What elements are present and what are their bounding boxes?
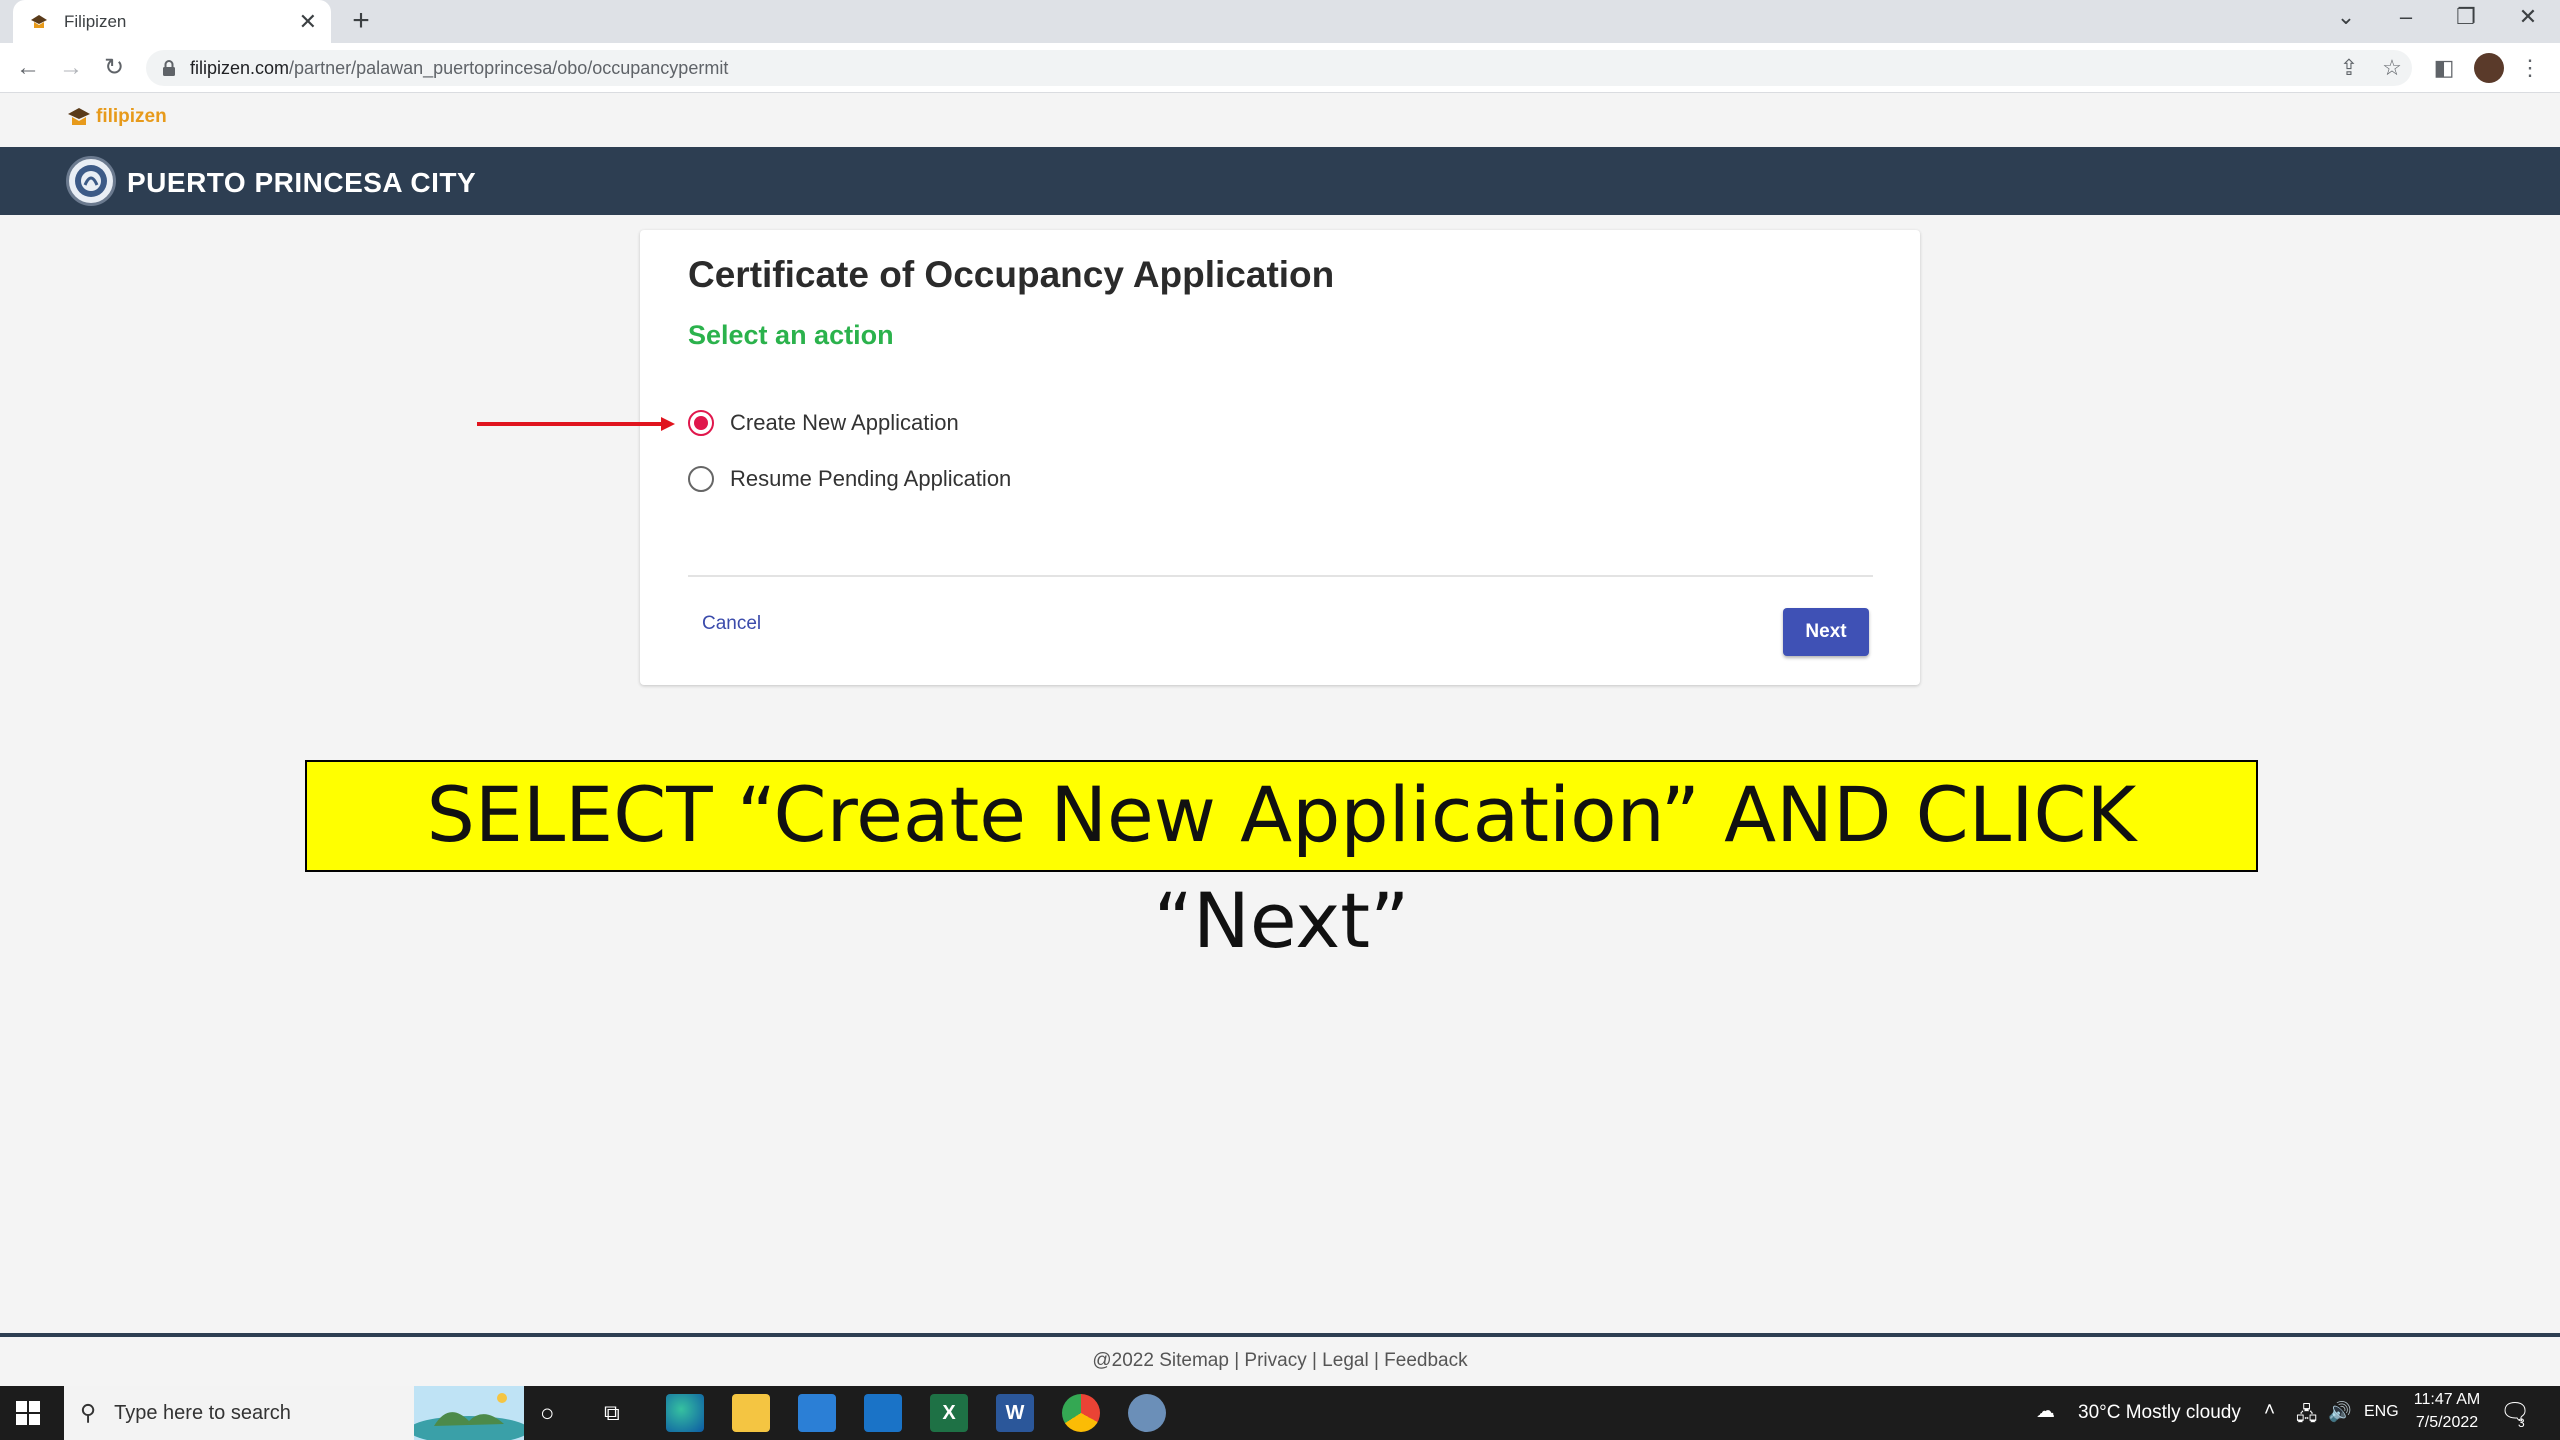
reload-icon[interactable]: ↻ bbox=[98, 52, 130, 84]
notifications-icon[interactable]: 🗨 bbox=[2500, 1398, 2530, 1427]
volume-icon[interactable]: 🔊 bbox=[2328, 1400, 2352, 1424]
option-label[interactable]: Create New Application bbox=[730, 410, 959, 436]
window-close-icon[interactable]: ✕ bbox=[2508, 4, 2548, 30]
edge-icon[interactable] bbox=[666, 1394, 704, 1432]
task-view-icon[interactable]: ⧉ bbox=[604, 1400, 620, 1426]
browser-tab[interactable]: Filipizen ✕ bbox=[13, 0, 331, 43]
url-host: filipizen.com bbox=[190, 57, 290, 78]
paint-icon[interactable] bbox=[1128, 1394, 1166, 1432]
weather-cloud-icon: ☁ bbox=[2036, 1401, 2055, 1422]
clock-date[interactable]: 7/5/2022 bbox=[2412, 1414, 2482, 1432]
radio-selected-icon[interactable] bbox=[688, 410, 714, 436]
tab-title: Filipizen bbox=[64, 11, 127, 31]
bookmark-star-icon[interactable]: ☆ bbox=[2376, 52, 2408, 84]
show-hidden-icons-icon[interactable]: ˄ bbox=[2264, 1400, 2275, 1422]
language-indicator[interactable]: ENG bbox=[2364, 1403, 2399, 1421]
menu-kebab-icon[interactable]: ⋮ bbox=[2514, 52, 2546, 84]
tab-search-icon[interactable]: ⌄ bbox=[2326, 4, 2366, 30]
address-bar[interactable]: filipizen.com/partner/palawan_puertoprin… bbox=[146, 50, 2412, 86]
back-icon[interactable]: ← bbox=[12, 52, 44, 84]
windows-taskbar: ⚲ Type here to search ○ ⧉ X W ☁ 30°C Mos… bbox=[0, 1386, 2560, 1440]
network-icon[interactable]: 🖧 bbox=[2296, 1400, 2317, 1432]
lock-icon bbox=[163, 60, 175, 76]
application-card: Certificate of Occupancy Application Sel… bbox=[640, 230, 1920, 685]
word-icon[interactable]: W bbox=[996, 1394, 1034, 1432]
store-icon[interactable] bbox=[798, 1394, 836, 1432]
minimize-icon[interactable]: – bbox=[2386, 4, 2426, 30]
notification-count: 3 bbox=[2518, 1416, 2525, 1430]
filipizen-logo[interactable]: filipizen bbox=[66, 104, 167, 130]
section-subtitle: Select an action bbox=[688, 320, 894, 350]
page-title: Certificate of Occupancy Application bbox=[688, 254, 1335, 295]
search-placeholder: Type here to search bbox=[114, 1401, 291, 1424]
brand-bar: filipizen bbox=[0, 94, 2560, 147]
taskbar-search[interactable]: ⚲ Type here to search bbox=[64, 1386, 524, 1440]
side-panel-icon[interactable]: ◧ bbox=[2428, 52, 2460, 84]
filipizen-favicon-icon bbox=[31, 14, 47, 28]
mail-icon[interactable] bbox=[864, 1394, 902, 1432]
search-highlight-art-icon bbox=[414, 1386, 524, 1440]
browser-tab-bar: Filipizen ✕ + ⌄ – ❐ ✕ bbox=[0, 0, 2560, 43]
url-path: /partner/palawan_puertoprincesa/obo/occu… bbox=[289, 57, 729, 78]
city-name: PUERTO PRINCESA CITY bbox=[127, 167, 477, 198]
weather-text[interactable]: 30°C Mostly cloudy bbox=[2078, 1402, 2241, 1424]
excel-icon[interactable]: X bbox=[930, 1394, 968, 1432]
divider bbox=[688, 575, 1873, 577]
forward-icon[interactable]: → bbox=[55, 52, 87, 84]
option-create-new[interactable]: Create New Application bbox=[688, 410, 959, 436]
next-button[interactable]: Next bbox=[1783, 608, 1869, 656]
instruction-banner: SELECT “Create New Application” AND CLIC… bbox=[305, 760, 2258, 965]
tab-close-icon[interactable]: ✕ bbox=[299, 9, 317, 35]
footer-links[interactable]: @2022 Sitemap | Privacy | Legal | Feedba… bbox=[0, 1350, 2560, 1372]
city-header: PUERTO PRINCESA CITY bbox=[0, 147, 2560, 215]
cancel-button[interactable]: Cancel bbox=[702, 613, 761, 635]
file-explorer-icon[interactable] bbox=[732, 1394, 770, 1432]
share-icon[interactable]: ⇪ bbox=[2333, 52, 2365, 84]
cortana-icon[interactable]: ○ bbox=[540, 1400, 555, 1428]
brand-name: filipizen bbox=[96, 106, 167, 127]
filipizen-logo-icon bbox=[68, 108, 90, 125]
city-seal-icon bbox=[66, 156, 116, 206]
browser-toolbar: ← → ↻ filipizen.com/partner/palawan_puer… bbox=[0, 43, 2560, 93]
profile-avatar[interactable] bbox=[2474, 53, 2504, 83]
windows-start-icon[interactable] bbox=[14, 1399, 42, 1427]
clock-time[interactable]: 11:47 AM bbox=[2412, 1391, 2482, 1409]
radio-unselected-icon[interactable] bbox=[688, 466, 714, 492]
option-label[interactable]: Resume Pending Application bbox=[730, 466, 1011, 492]
footer-divider bbox=[0, 1333, 2560, 1337]
option-resume-pending[interactable]: Resume Pending Application bbox=[688, 466, 1011, 492]
restore-icon[interactable]: ❐ bbox=[2446, 4, 2486, 30]
new-tab-button[interactable]: + bbox=[344, 4, 378, 38]
annotation-arrow-icon bbox=[477, 417, 675, 431]
search-icon: ⚲ bbox=[80, 1400, 97, 1425]
chrome-icon[interactable] bbox=[1062, 1394, 1100, 1432]
